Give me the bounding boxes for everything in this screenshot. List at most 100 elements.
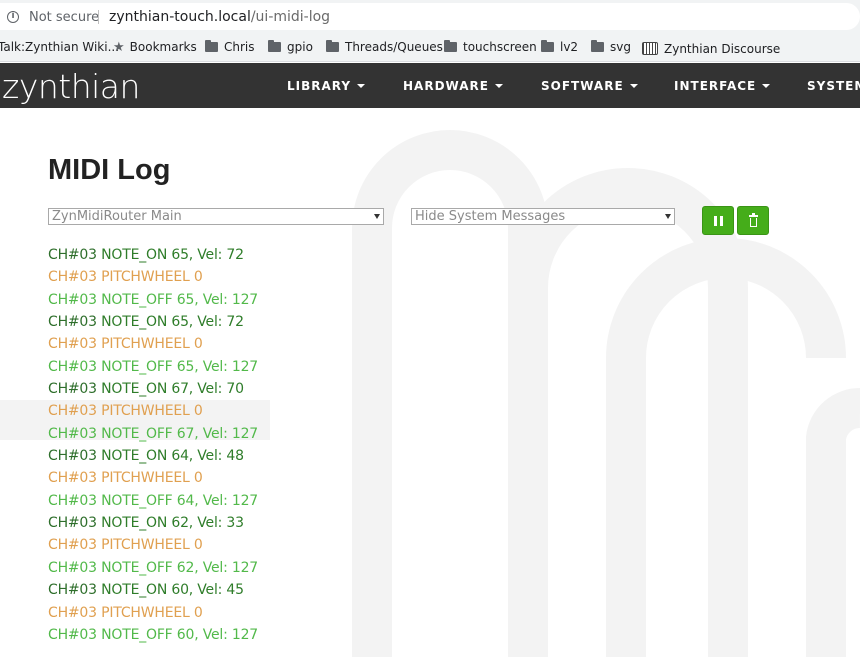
log-entry: CH#03 NOTE_ON 60, Vel: 45 [48, 580, 258, 602]
log-entry-channel: CH#03 [48, 381, 97, 398]
bookmark-zynthian-discourse[interactable]: Zynthian Discourse [642, 40, 780, 56]
bookmark-label: svg [610, 40, 631, 54]
log-entry: CH#03 PITCHWHEEL 0 [48, 603, 258, 625]
nav-label: SYSTEM [807, 79, 860, 93]
log-entry-message: NOTE_OFF 60, Vel: 127 [101, 626, 258, 643]
log-entry: CH#03 NOTE_ON 65, Vel: 72 [48, 245, 258, 267]
nav-label: SOFTWARE [541, 79, 624, 93]
bookmark-label: Zynthian Discourse [664, 42, 781, 56]
log-entry: CH#03 PITCHWHEEL 0 [48, 334, 258, 356]
log-entry: CH#03 NOTE_OFF 67, Vel: 127 [48, 424, 258, 446]
log-entry: CH#03 PITCHWHEEL 0 [48, 535, 258, 557]
log-entry-message: NOTE_ON 65, Vel: 72 [101, 314, 244, 331]
log-entry: CH#03 NOTE_ON 67, Vel: 70 [48, 379, 258, 401]
log-entry-channel: CH#03 [48, 448, 97, 465]
discourse-icon [642, 42, 658, 55]
log-entry: CH#03 NOTE_OFF 62, Vel: 127 [48, 558, 258, 580]
log-entry-channel: CH#03 [48, 537, 97, 554]
bookmark-label: gpio [287, 40, 313, 54]
address-bar: i Not secure zynthian-touch.local/ui-mid… [0, 0, 860, 33]
log-entry-channel: CH#03 [48, 358, 97, 375]
log-entry-channel: CH#03 [48, 336, 97, 353]
log-entry: CH#03 NOTE_ON 65, Vel: 72 [48, 312, 258, 334]
clear-log-button[interactable] [737, 206, 769, 235]
bookmark-chris[interactable]: Chris [205, 40, 255, 54]
folder-icon [444, 40, 457, 52]
nav-library[interactable]: LIBRARY [287, 79, 366, 93]
zynthian-logo[interactable]: zynthian [2, 67, 140, 106]
folder-icon [205, 40, 218, 52]
top-navbar: zynthian LIBRARY HARDWARE SOFTWARE INTER… [0, 63, 860, 108]
bookmark-touchscreen[interactable]: touchscreen [444, 40, 537, 54]
url-path: /ui-midi-log [250, 9, 331, 25]
midi-port-select-value: ZynMidiRouter Main [52, 209, 182, 224]
bookmark-threads-queues[interactable]: Threads/Queues [326, 40, 443, 54]
log-entry-message: NOTE_OFF 65, Vel: 127 [101, 358, 258, 375]
folder-icon [268, 40, 281, 52]
log-entry-message: NOTE_ON 65, Vel: 72 [101, 247, 244, 263]
bookmark-svg[interactable]: svg [591, 40, 631, 54]
log-entry-message: NOTE_OFF 62, Vel: 127 [101, 559, 258, 576]
bookmark-label: Threads/Queues [345, 40, 443, 54]
log-entry: CH#03 PITCHWHEEL 0 [48, 401, 258, 423]
bookmark-label: lv2 [560, 40, 579, 54]
page-title: MIDI Log [48, 154, 171, 186]
nav-label: INTERFACE [674, 79, 757, 93]
log-entry-message: PITCHWHEEL 0 [101, 470, 203, 487]
pause-icon-bar [720, 216, 723, 226]
log-entry-channel: CH#03 [48, 604, 97, 621]
info-icon[interactable]: i [7, 11, 19, 23]
bookmark-talk-zynthian-wiki[interactable]: Talk:Zynthian Wiki... [0, 40, 119, 54]
log-entry: CH#03 NOTE_ON 62, Vel: 33 [48, 513, 258, 535]
log-entry-channel: CH#03 [48, 403, 97, 420]
bookmark-gpio[interactable]: gpio [268, 40, 313, 54]
caret-down-icon [357, 84, 366, 88]
log-entry-message: PITCHWHEEL 0 [101, 537, 203, 554]
url-text[interactable]: zynthian-touch.local/ui-midi-log [109, 9, 330, 25]
log-entry-message: NOTE_OFF 64, Vel: 127 [101, 492, 258, 509]
log-entry: CH#03 PITCHWHEEL 0 [48, 468, 258, 490]
nav-label: LIBRARY [287, 79, 352, 93]
bookmarks-bar: Talk:Zynthian Wiki... ★ Bookmarks Chris g… [0, 33, 860, 62]
log-entry-message: NOTE_ON 64, Vel: 48 [101, 448, 244, 465]
log-entry-message: PITCHWHEEL 0 [101, 269, 203, 286]
log-entry-message: NOTE_ON 67, Vel: 70 [101, 381, 244, 398]
url-separator [98, 10, 99, 24]
midi-port-select[interactable]: ZynMidiRouter Main [48, 208, 384, 225]
url-host: zynthian-touch.local [109, 9, 251, 25]
message-filter-select-value: Hide System Messages [415, 209, 566, 224]
url-box[interactable]: i Not secure zynthian-touch.local/ui-mid… [0, 3, 860, 30]
bookmark-bookmarks[interactable]: ★ Bookmarks [113, 40, 197, 55]
log-entry-message: PITCHWHEEL 0 [101, 403, 203, 420]
log-entry: CH#03 NOTE_OFF 60, Vel: 127 [48, 625, 258, 647]
bookmark-label: Bookmarks [129, 40, 197, 54]
log-entry-channel: CH#03 [48, 247, 97, 263]
log-entry-message: NOTE_ON 60, Vel: 45 [101, 582, 244, 599]
nav-interface[interactable]: INTERFACE [674, 79, 771, 93]
log-entry-channel: CH#03 [48, 515, 97, 532]
security-label[interactable]: Not secure [29, 10, 99, 25]
midi-log-list: CH#03 NOTE_ON 65, Vel: 72 CH#03 PITCHWHEE… [48, 245, 258, 647]
log-entry-channel: CH#03 [48, 470, 97, 487]
log-entry-channel: CH#03 [48, 425, 97, 442]
bookmark-lv2[interactable]: lv2 [541, 40, 578, 54]
folder-icon [591, 40, 604, 52]
log-entry-message: NOTE_OFF 67, Vel: 127 [101, 425, 258, 442]
log-entry-message: NOTE_ON 62, Vel: 33 [101, 515, 244, 532]
nav-label: HARDWARE [403, 79, 489, 93]
log-entry: CH#03 PITCHWHEEL 0 [48, 267, 258, 289]
caret-down-icon [629, 84, 638, 88]
nav-system[interactable]: SYSTEM [807, 79, 860, 93]
log-entry-channel: CH#03 [48, 626, 97, 643]
folder-icon [326, 40, 339, 52]
bookmark-label: Talk:Zynthian Wiki... [0, 40, 120, 54]
caret-down-icon [494, 84, 503, 88]
trash-icon-lid [749, 215, 758, 217]
log-entry: CH#03 NOTE_OFF 65, Vel: 127 [48, 357, 258, 379]
nav-software[interactable]: SOFTWARE [541, 79, 638, 93]
message-filter-select[interactable]: Hide System Messages [411, 208, 675, 225]
nav-hardware[interactable]: HARDWARE [403, 79, 503, 93]
log-entry-channel: CH#03 [48, 314, 97, 331]
pause-button[interactable] [702, 206, 734, 235]
main-content: MIDI Log ZynMidiRouter Main Hide System … [0, 108, 860, 657]
